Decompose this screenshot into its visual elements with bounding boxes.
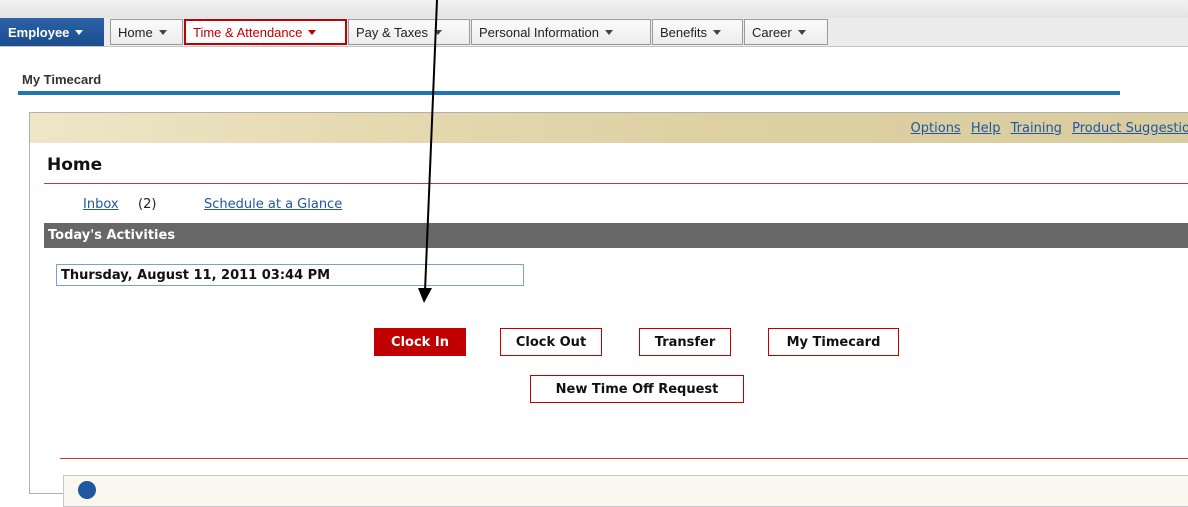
transfer-button[interactable]: Transfer <box>639 328 731 356</box>
product-suggestions-link[interactable]: Product Suggestio <box>1072 121 1188 136</box>
toolbar-links: Options Help Training Product Suggestio <box>905 121 1188 136</box>
page-title: My Timecard <box>22 72 102 87</box>
activities-header-label: Today's Activities <box>48 228 176 243</box>
nav-personal-information-label: Personal Information <box>479 24 599 40</box>
options-link[interactable]: Options <box>911 121 961 136</box>
help-link[interactable]: Help <box>971 121 1001 136</box>
my-timecard-button[interactable]: My Timecard <box>768 328 899 356</box>
info-icon <box>78 481 96 499</box>
employee-menu[interactable]: Employee <box>0 18 104 46</box>
chevron-down-icon <box>158 29 167 35</box>
chevron-down-icon <box>797 29 806 35</box>
current-datetime: Thursday, August 11, 2011 03:44 PM <box>56 264 524 286</box>
chevron-down-icon <box>712 29 721 35</box>
activities-header: Today's Activities <box>44 223 1188 248</box>
nav-home[interactable]: Home <box>110 19 183 45</box>
chevron-down-icon <box>75 29 84 35</box>
nav-career[interactable]: Career <box>744 19 828 45</box>
chevron-down-icon <box>604 29 613 35</box>
nav-benefits[interactable]: Benefits <box>652 19 743 45</box>
nav-home-label: Home <box>118 24 153 40</box>
info-panel <box>63 475 1188 507</box>
timecard-frame: Options Help Training Product Suggestio … <box>29 112 1188 507</box>
nav-pay-taxes-label: Pay & Taxes <box>356 24 429 40</box>
top-strip <box>0 0 1188 18</box>
new-time-off-request-button[interactable]: New Time Off Request <box>530 375 744 403</box>
toolbar: Options Help Training Product Suggestio <box>30 113 1188 143</box>
nav-pay-taxes[interactable]: Pay & Taxes <box>348 19 470 45</box>
schedule-at-a-glance-link[interactable]: Schedule at a Glance <box>204 197 342 212</box>
clock-out-button[interactable]: Clock Out <box>500 328 602 356</box>
current-datetime-text: Thursday, August 11, 2011 03:44 PM <box>61 267 331 283</box>
training-link[interactable]: Training <box>1011 121 1062 136</box>
heading-divider <box>44 183 1188 184</box>
nav-time-attendance[interactable]: Time & Attendance <box>184 19 347 45</box>
title-divider <box>18 91 1120 95</box>
main-navigation-bar: Employee Home Time & Attendance Pay & Ta… <box>0 18 1188 47</box>
inbox-link[interactable]: Inbox <box>83 197 119 212</box>
nav-career-label: Career <box>752 24 792 40</box>
nav-benefits-label: Benefits <box>660 24 707 40</box>
employee-menu-label: Employee <box>8 24 70 40</box>
clock-in-button[interactable]: Clock In <box>374 328 466 356</box>
nav-personal-information[interactable]: Personal Information <box>471 19 651 45</box>
chevron-down-icon <box>434 29 443 35</box>
activities-divider <box>60 458 1188 459</box>
inbox-count: (2) <box>138 197 157 212</box>
section-heading: Home <box>47 155 103 175</box>
nav-time-attendance-label: Time & Attendance <box>193 24 303 40</box>
chevron-down-icon <box>308 29 317 35</box>
